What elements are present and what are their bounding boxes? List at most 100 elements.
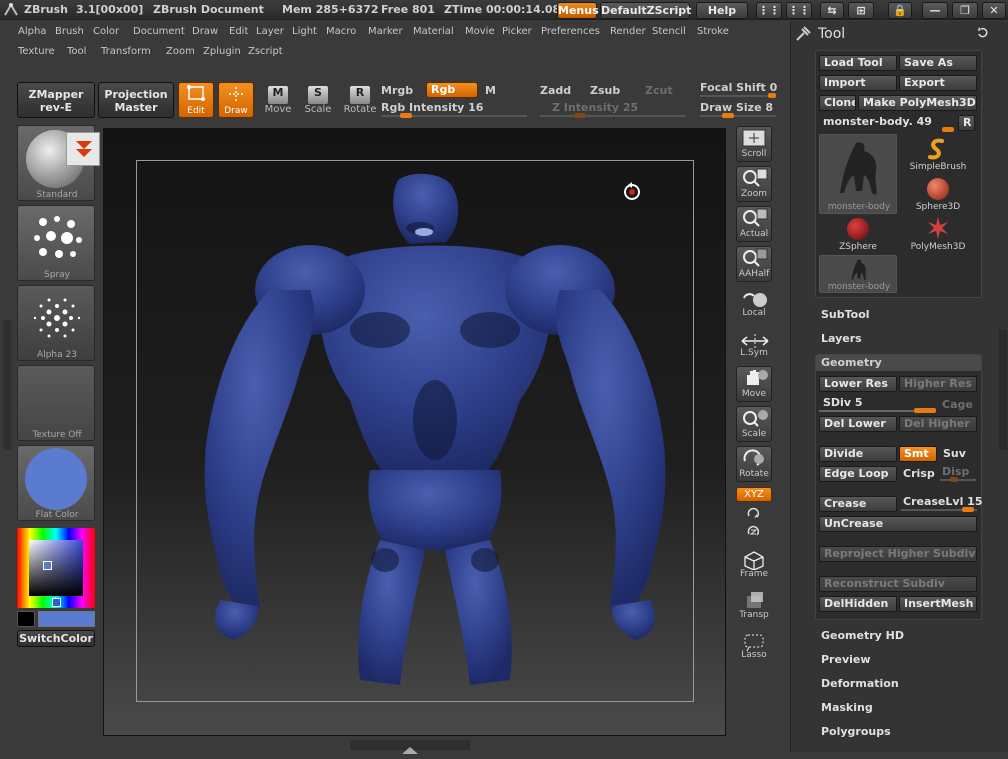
scale-icon[interactable]: S — [308, 86, 328, 104]
layout-2-icon[interactable]: ⋮⋮ — [786, 2, 812, 19]
menu-movie[interactable]: Movie — [465, 26, 495, 37]
menu-layer[interactable]: Layer — [256, 26, 284, 37]
help-button[interactable]: Help — [696, 2, 748, 19]
draw-size-track[interactable] — [700, 115, 776, 117]
color-picker[interactable] — [17, 528, 95, 608]
sdiv-slider[interactable]: SDiv 5 — [823, 396, 862, 409]
z-intensity-slider[interactable]: Z Intensity 25 — [552, 101, 638, 114]
alpha-selector[interactable]: Alpha 23 — [17, 285, 95, 361]
menu-zplugin[interactable]: Zplugin — [203, 46, 241, 57]
edge-loop-button[interactable]: Edge Loop — [819, 466, 897, 482]
lasso-icon[interactable] — [741, 632, 767, 652]
bottom-tray-handle[interactable] — [350, 740, 470, 754]
load-tool-button[interactable]: Load Tool — [819, 55, 897, 71]
layout-1-icon[interactable]: ⋮⋮ — [756, 2, 782, 19]
rgb-intensity-slider[interactable]: Rgb Intensity 16 — [381, 101, 483, 114]
menu-alpha[interactable]: Alpha — [18, 26, 46, 37]
menu-edit[interactable]: Edit — [229, 26, 248, 37]
delhidden-button[interactable]: DelHidden — [819, 596, 897, 612]
menu-light[interactable]: Light — [292, 26, 317, 37]
geometry-hd-section[interactable]: Geometry HD — [821, 629, 904, 642]
menu-brush[interactable]: Brush — [55, 26, 84, 37]
monster-model[interactable] — [180, 170, 690, 690]
rotate-z-icon[interactable] — [745, 524, 763, 538]
stroke-selector[interactable]: Spray — [17, 205, 95, 281]
reset-icon[interactable] — [976, 26, 990, 40]
export-button[interactable]: Export — [899, 75, 977, 91]
disp-track[interactable] — [940, 479, 976, 481]
palette-layout-icon[interactable]: ⊞ — [848, 2, 874, 19]
suv-button[interactable]: Suv — [943, 447, 966, 460]
expand-arrow-icon[interactable] — [66, 132, 100, 166]
material-selector[interactable]: Flat Color — [17, 445, 95, 521]
crease-level-knob[interactable] — [962, 507, 974, 512]
m-button[interactable]: M — [485, 84, 496, 97]
zsphere-icon[interactable] — [847, 218, 869, 240]
rotate-icon[interactable]: R — [350, 86, 370, 104]
move-icon[interactable]: M — [268, 86, 288, 104]
insertmesh-button[interactable]: InsertMesh — [899, 596, 977, 612]
color-picker-square[interactable] — [29, 540, 83, 596]
reproject-higher-subdiv-button[interactable]: Reproject Higher Subdiv — [819, 546, 977, 562]
menu-draw[interactable]: Draw — [192, 26, 218, 37]
menu-material[interactable]: Material — [413, 26, 454, 37]
z-intensity-knob[interactable] — [574, 113, 586, 118]
lower-res-button[interactable]: Lower Res — [819, 376, 897, 392]
sphere3d-icon[interactable] — [927, 178, 949, 200]
make-polymesh-button[interactable]: Make PolyMesh3D — [858, 95, 977, 111]
swap-palette-icon[interactable]: ⇆ — [820, 2, 844, 19]
del-lower-button[interactable]: Del Lower — [819, 416, 897, 432]
z-intensity-track[interactable] — [540, 115, 686, 117]
deformation-section[interactable]: Deformation — [821, 677, 899, 690]
polygroups-section[interactable]: Polygroups — [821, 725, 891, 738]
zcut-button[interactable]: Zcut — [645, 84, 673, 97]
disp-knob[interactable] — [950, 477, 958, 482]
current-tool-slider[interactable]: monster-body. 49 — [823, 115, 932, 128]
simplebrush-icon[interactable] — [926, 137, 950, 161]
del-higher-button[interactable]: Del Higher — [899, 416, 977, 432]
clone-button[interactable]: Clone — [819, 95, 856, 111]
focal-shift-track[interactable] — [700, 95, 776, 97]
save-as-button[interactable]: Save As — [899, 55, 977, 71]
current-tool-knob[interactable] — [942, 127, 954, 132]
r-button[interactable]: R — [958, 115, 975, 131]
menu-marker[interactable]: Marker — [368, 26, 403, 37]
texture-selector[interactable]: Texture Off — [17, 365, 95, 441]
zmapper-button[interactable]: ZMapper rev-E — [17, 82, 95, 118]
rgb-button[interactable]: Rgb — [426, 82, 478, 98]
menu-zoom[interactable]: Zoom — [166, 46, 195, 57]
menu-picker[interactable]: Picker — [502, 26, 532, 37]
right-tray-handle[interactable] — [999, 330, 1007, 450]
divide-button[interactable]: Divide — [819, 446, 897, 462]
xyz-button[interactable]: XYZ — [736, 487, 772, 502]
menus-button[interactable]: Menus — [557, 2, 599, 19]
subtool-section[interactable]: SubTool — [821, 308, 870, 321]
menu-texture[interactable]: Texture — [18, 46, 55, 57]
menu-transform[interactable]: Transform — [101, 46, 151, 57]
focal-shift-slider[interactable]: Focal Shift 0 — [700, 81, 777, 94]
layers-section[interactable]: Layers — [821, 332, 862, 345]
maximize-icon[interactable]: ❐ — [952, 2, 978, 19]
crease-button[interactable]: Crease — [819, 496, 897, 512]
menu-macro[interactable]: Macro — [326, 26, 356, 37]
higher-res-button[interactable]: Higher Res — [899, 376, 977, 392]
default-zscript-button[interactable]: DefaultZScript — [600, 2, 691, 19]
focal-shift-knob[interactable] — [768, 93, 776, 98]
main-color-swatch[interactable] — [38, 611, 95, 627]
draw-size-knob[interactable] — [722, 113, 734, 118]
hue-handle[interactable] — [52, 598, 61, 607]
import-button[interactable]: Import — [819, 75, 897, 91]
menu-stroke[interactable]: Stroke — [697, 26, 729, 37]
smt-button[interactable]: Smt — [899, 446, 937, 462]
menu-color[interactable]: Color — [93, 26, 119, 37]
local-icon[interactable] — [740, 290, 770, 310]
draw-size-slider[interactable]: Draw Size 8 — [700, 101, 773, 114]
rgb-intensity-knob[interactable] — [400, 113, 412, 118]
uncrease-button[interactable]: UnCrease — [819, 516, 977, 532]
mrgb-button[interactable]: Mrgb — [381, 84, 413, 97]
lock-icon[interactable]: 🔒 — [888, 2, 912, 19]
switch-color-button[interactable]: SwitchColor — [17, 630, 95, 647]
menu-document[interactable]: Document — [133, 26, 185, 37]
masking-section[interactable]: Masking — [821, 701, 873, 714]
zadd-button[interactable]: Zadd — [540, 84, 571, 97]
